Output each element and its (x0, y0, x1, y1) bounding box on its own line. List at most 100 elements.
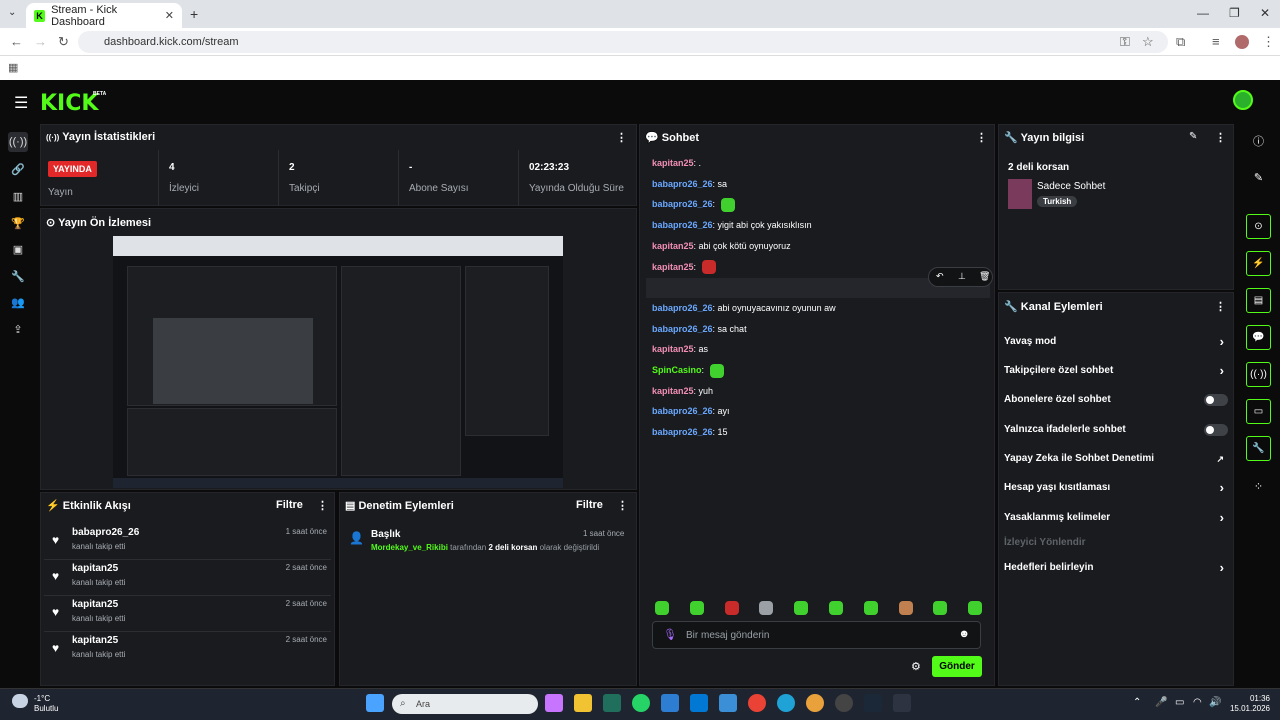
emote-button[interactable] (968, 601, 983, 615)
emote-button[interactable] (829, 601, 843, 615)
emote-button[interactable] (933, 601, 948, 615)
media-icon[interactable]: ≡ (1212, 34, 1220, 49)
users-icon[interactable]: 👥 (8, 292, 28, 312)
wrench-icon[interactable]: 🔧 (8, 266, 28, 286)
tray-mic-icon[interactable]: 🎤 (1155, 697, 1167, 708)
obs-icon[interactable] (835, 694, 853, 712)
emote-button[interactable] (898, 601, 913, 615)
chat-username[interactable]: kapitan25 (652, 344, 694, 354)
chat-username[interactable]: kapitan25 (652, 158, 694, 168)
start-icon[interactable] (366, 694, 384, 712)
chat-username[interactable]: babapro26_26 (652, 324, 713, 334)
chat-username[interactable]: babapro26_26 (652, 303, 713, 313)
menu-dots-icon[interactable]: ⋮ (1262, 34, 1275, 50)
password-key-icon[interactable]: ⚿ (1120, 34, 1130, 50)
chat-username[interactable]: babapro26_26 (652, 179, 713, 189)
emoji-icon[interactable]: ☻ (958, 628, 970, 640)
browser-tab[interactable]: K Stream - Kick Dashboard ✕ (26, 3, 182, 28)
delete-icon[interactable]: 🗑 (979, 271, 990, 282)
moderation-user[interactable]: Mordekay_ve_Rikibi (371, 543, 448, 552)
tab-list-icon[interactable]: ⌄ (8, 7, 16, 18)
channel-action-item[interactable]: Yapay Zeka ile Sohbet Denetimi ↗ (1004, 451, 1228, 467)
chat-toggle-icon[interactable]: 💬 (1246, 325, 1271, 350)
activity-toggle-icon[interactable]: ⚡ (1246, 251, 1271, 276)
chrome-profile-icon[interactable] (806, 694, 824, 712)
profile-avatar[interactable] (1235, 35, 1249, 49)
activity-user[interactable]: babapro26_26 (72, 527, 139, 538)
activity-menu-icon[interactable]: ⋮ (317, 499, 328, 512)
moderation-menu-icon[interactable]: ⋮ (617, 499, 628, 512)
channel-action-item[interactable]: Takipçilere özel sohbet › (1004, 363, 1228, 379)
chat-username[interactable]: SpinCasino (652, 365, 702, 375)
chat-username[interactable]: kapitan25 (652, 241, 694, 251)
activity-user[interactable]: kapitan25 (72, 599, 118, 610)
extensions-icon[interactable]: ⧉ (1176, 34, 1185, 50)
channel-action-item[interactable]: Yavaş mod › (1004, 334, 1228, 350)
close-tab-icon[interactable]: ✕ (165, 9, 174, 22)
emote-button[interactable] (863, 601, 878, 615)
emote-button[interactable] (794, 601, 809, 615)
chat-username[interactable]: babapro26_26 (652, 220, 713, 230)
user-avatar[interactable] (1233, 90, 1253, 110)
volume-icon[interactable]: 🔊 (1209, 697, 1221, 708)
moderation-toggle-icon[interactable]: ▤ (1246, 288, 1271, 313)
apps-grid-icon[interactable]: ▦ (8, 61, 18, 74)
upload-icon[interactable]: ⇪ (8, 319, 28, 339)
stats-menu-icon[interactable]: ⋮ (616, 131, 627, 144)
category-name[interactable]: Sadece Sohbet (1037, 181, 1105, 192)
moderation-filter-button[interactable]: Filtre (576, 499, 603, 511)
wifi-icon[interactable]: ◠ (1193, 697, 1202, 708)
info-icon[interactable]: ⓘ (1246, 128, 1271, 153)
tray-display-icon[interactable]: ▭ (1175, 697, 1184, 708)
channel-action-item[interactable]: Abonelere özel sohbet (1004, 392, 1228, 408)
new-tab-icon[interactable]: + (190, 6, 198, 22)
chrome-icon[interactable] (748, 694, 766, 712)
channel-action-item[interactable]: Yasaklanmış kelimeler › (1004, 510, 1228, 526)
analytics-icon[interactable]: ▥ (8, 186, 28, 206)
forward-icon[interactable]: → (34, 34, 47, 49)
chat-username[interactable]: babapro26_26 (652, 406, 713, 416)
edit-icon[interactable]: ✎ (1189, 131, 1197, 142)
minimize-icon[interactable]: — (1197, 6, 1209, 20)
emote-button[interactable] (759, 601, 774, 615)
channel-actions-menu-icon[interactable]: ⋮ (1215, 300, 1226, 313)
back-icon[interactable]: ← (10, 34, 23, 49)
chat-username[interactable]: babapro26_26 (652, 199, 713, 209)
chat-username[interactable]: kapitan25 (652, 262, 694, 272)
outlook-icon[interactable] (690, 694, 708, 712)
pin-icon[interactable]: ⊥ (958, 271, 966, 282)
emote-button[interactable] (689, 601, 704, 615)
channel-action-item[interactable]: Hesap yaşı kısıtlaması › (1004, 480, 1228, 496)
store-icon[interactable] (719, 694, 737, 712)
hamburger-menu-icon[interactable]: ☰ (14, 93, 28, 113)
reload-icon[interactable]: ↻ (58, 34, 69, 50)
reply-icon[interactable]: ↶ (936, 271, 944, 282)
pencil-icon[interactable]: ✎ (1246, 165, 1271, 190)
file-explorer-icon[interactable] (574, 694, 592, 712)
copilot-icon[interactable] (545, 694, 563, 712)
layout-dots-icon[interactable]: ⁘ (1246, 474, 1271, 499)
send-button[interactable]: Gönder (932, 656, 982, 677)
channel-action-item[interactable]: Yalnızca ifadelerle sohbet (1004, 422, 1228, 438)
preview-toggle-icon[interactable]: ⊙ (1246, 214, 1271, 239)
video-icon[interactable]: ▣ (8, 239, 28, 259)
weather-widget[interactable]: -1°C Bulutlu (34, 694, 58, 714)
edge-icon[interactable] (777, 694, 795, 712)
stream-icon[interactable]: ((·)) (8, 132, 28, 152)
toggle-switch[interactable] (1204, 394, 1228, 406)
activity-user[interactable]: kapitan25 (72, 635, 118, 646)
kick-logo[interactable]: KICK (40, 91, 98, 116)
channel-action-item[interactable]: Hedefleri belirleyin › (1004, 560, 1228, 576)
close-window-icon[interactable]: ✕ (1260, 6, 1270, 20)
app-icon[interactable] (603, 694, 621, 712)
tools-toggle-icon[interactable]: 🔧 (1246, 436, 1271, 461)
chat-settings-icon[interactable]: ⚙ (911, 660, 921, 673)
layout-toggle-icon[interactable]: ▭ (1246, 399, 1271, 424)
activity-user[interactable]: kapitan25 (72, 563, 118, 574)
emote-button[interactable] (724, 601, 739, 615)
app-icon[interactable] (661, 694, 679, 712)
taskbar-search[interactable]: ⌕ Ara (392, 694, 538, 714)
bookmark-star-icon[interactable]: ☆ (1142, 34, 1154, 50)
emote-button[interactable] (655, 601, 669, 615)
stream-info-menu-icon[interactable]: ⋮ (1215, 131, 1226, 144)
